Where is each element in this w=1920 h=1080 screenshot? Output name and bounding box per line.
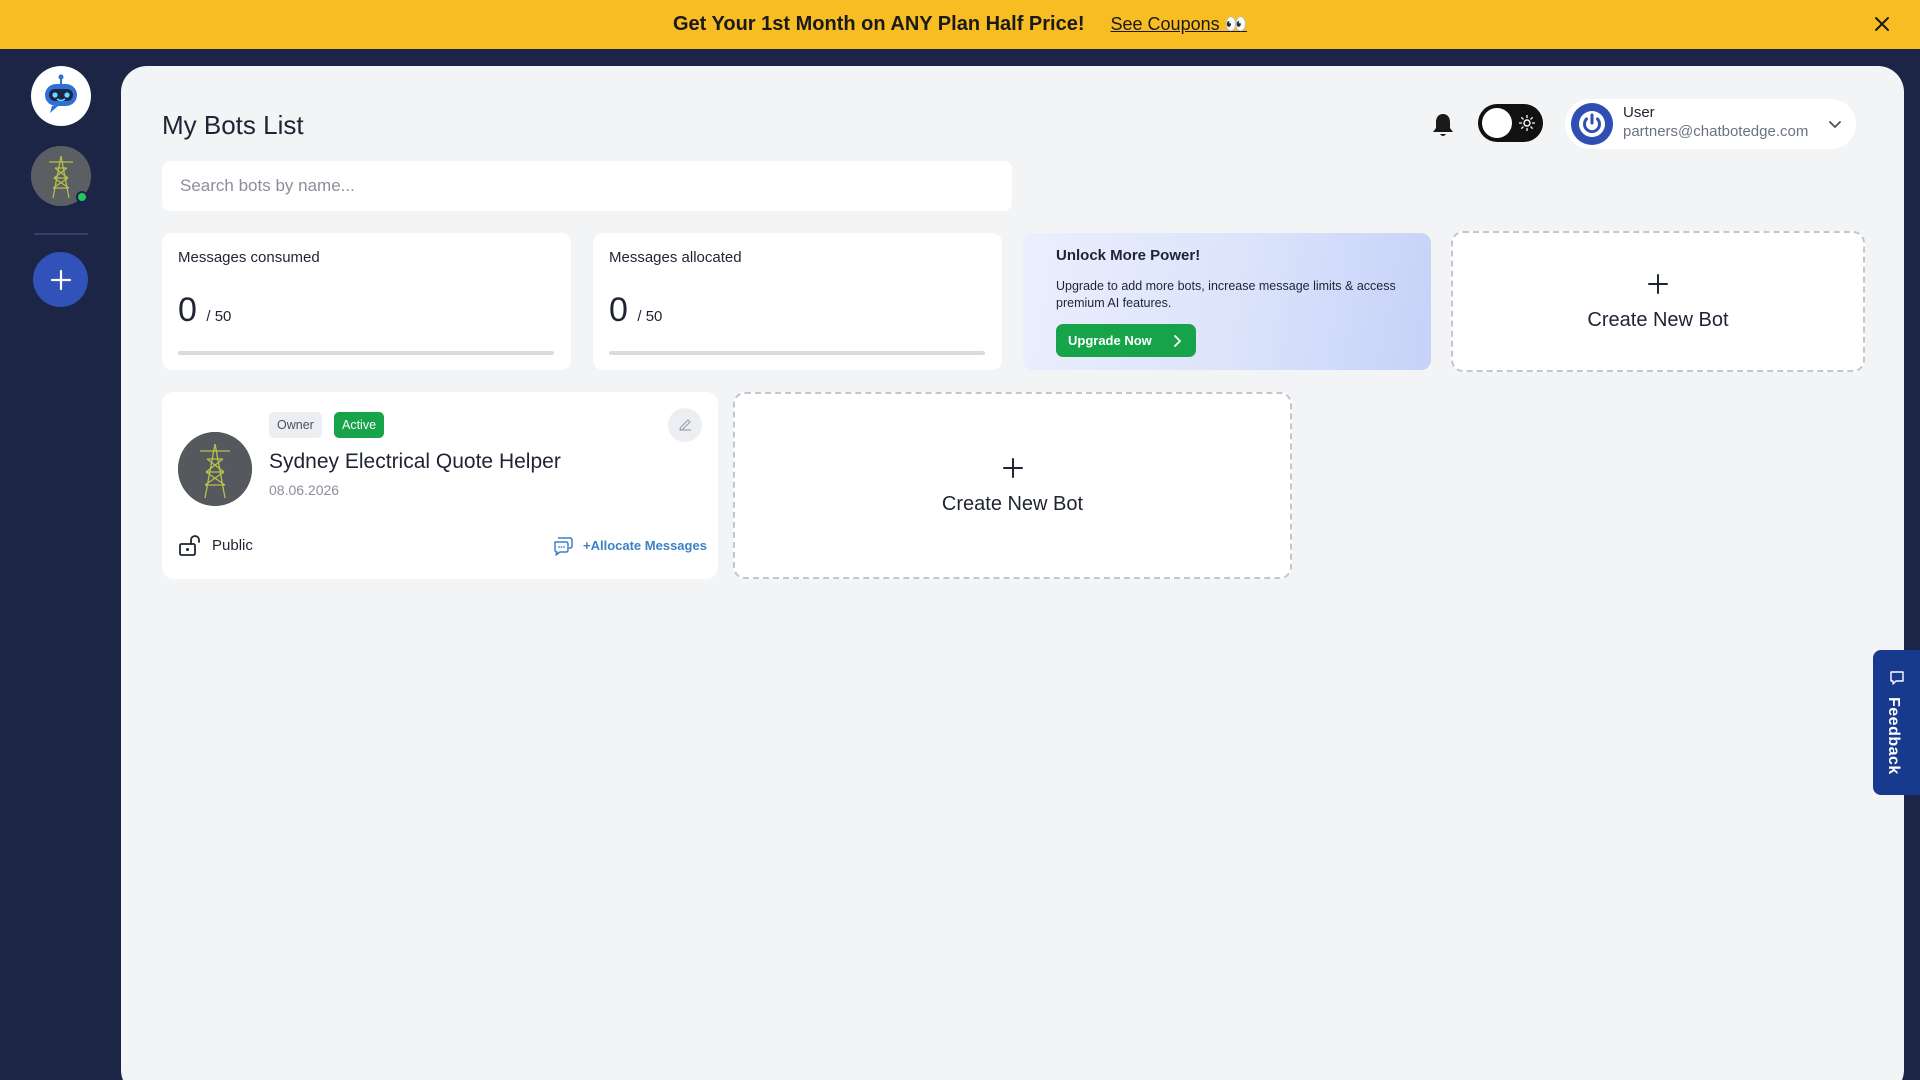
plus-icon [1648,274,1668,294]
stat-value: 0 / 50 [178,291,231,330]
sun-icon [1519,115,1535,131]
main-panel: My Bots List User partners@chatbotedge.c… [121,66,1904,1080]
plus-icon [50,269,71,290]
sidebar [0,49,120,1080]
chat-bubbles-icon [554,537,573,556]
bot-card[interactable]: Owner Active Sydney Electrical Quote Hel… [162,392,718,579]
plus-icon [1002,458,1023,478]
stat-number: 0 [609,291,628,329]
user-email: partners@chatbotedge.com [1623,123,1809,140]
promo-banner: Get Your 1st Month on ANY Plan Half Pric… [0,0,1920,49]
create-new-bot-label: Create New Bot [1587,309,1729,331]
banner-text: Get Your 1st Month on ANY Plan Half Pric… [672,13,1085,35]
search-input[interactable] [162,161,1012,211]
bot-date: 08.06.2026 [269,482,340,498]
tower-image-icon [178,432,252,506]
edit-bot-button[interactable] [668,408,702,442]
promo-description: Upgrade to add more bots, increase messa… [1056,279,1396,310]
stat-card-consumed: Messages consumed 0 / 50 [162,233,571,370]
pencil-icon [679,419,691,431]
allocate-messages-link[interactable]: +Allocate Messages [583,538,707,553]
stat-card-allocated: Messages allocated 0 / 50 [593,233,1002,370]
feedback-tab[interactable]: Feedback [1873,650,1920,795]
add-bot-button[interactable] [33,252,88,307]
stat-value: 0 / 50 [609,291,662,330]
feedback-label: Feedback [1885,697,1902,775]
theme-toggle[interactable] [1478,104,1543,142]
toggle-knob [1482,108,1512,138]
bot-name: Sydney Electrical Quote Helper [269,450,561,473]
sidebar-divider [34,233,88,235]
visibility-label: Public [212,537,253,554]
owner-badge: Owner [269,412,322,438]
close-icon[interactable] [1870,12,1894,36]
chat-icon [1890,671,1904,685]
online-status-dot [76,191,88,203]
status-badge: Active [334,412,385,438]
user-avatar [1571,103,1613,145]
bell-icon[interactable] [1430,111,1456,139]
bot-avatar [178,432,252,506]
create-new-bot-card[interactable]: Create New Bot [1451,231,1865,372]
upgrade-promo-card: Unlock More Power! Upgrade to add more b… [1023,233,1431,370]
upgrade-button-label: Upgrade Now [1068,333,1152,348]
see-coupons-link[interactable]: See Coupons 👀 [1111,14,1248,35]
stat-label: Messages consumed [178,249,320,266]
stat-total: / 50 [637,308,663,325]
chevron-down-icon [1829,121,1841,129]
progress-bar [609,351,985,355]
stat-number: 0 [178,291,197,329]
stat-total: / 50 [206,308,232,325]
create-new-bot-label: Create New Bot [941,493,1084,515]
user-name: User [1623,104,1655,121]
create-new-bot-card[interactable]: Create New Bot [733,392,1292,579]
unlock-icon [179,535,200,556]
page-title: My Bots List [162,110,304,140]
power-icon [1579,111,1605,137]
chevron-right-icon [1174,335,1182,347]
progress-bar [178,351,554,355]
promo-title: Unlock More Power! [1056,247,1201,264]
app-logo[interactable] [31,66,91,126]
robot-logo-icon [45,74,77,113]
user-menu[interactable]: User partners@chatbotedge.com [1565,99,1856,149]
upgrade-now-button[interactable]: Upgrade Now [1056,324,1196,357]
stat-label: Messages allocated [609,249,742,266]
